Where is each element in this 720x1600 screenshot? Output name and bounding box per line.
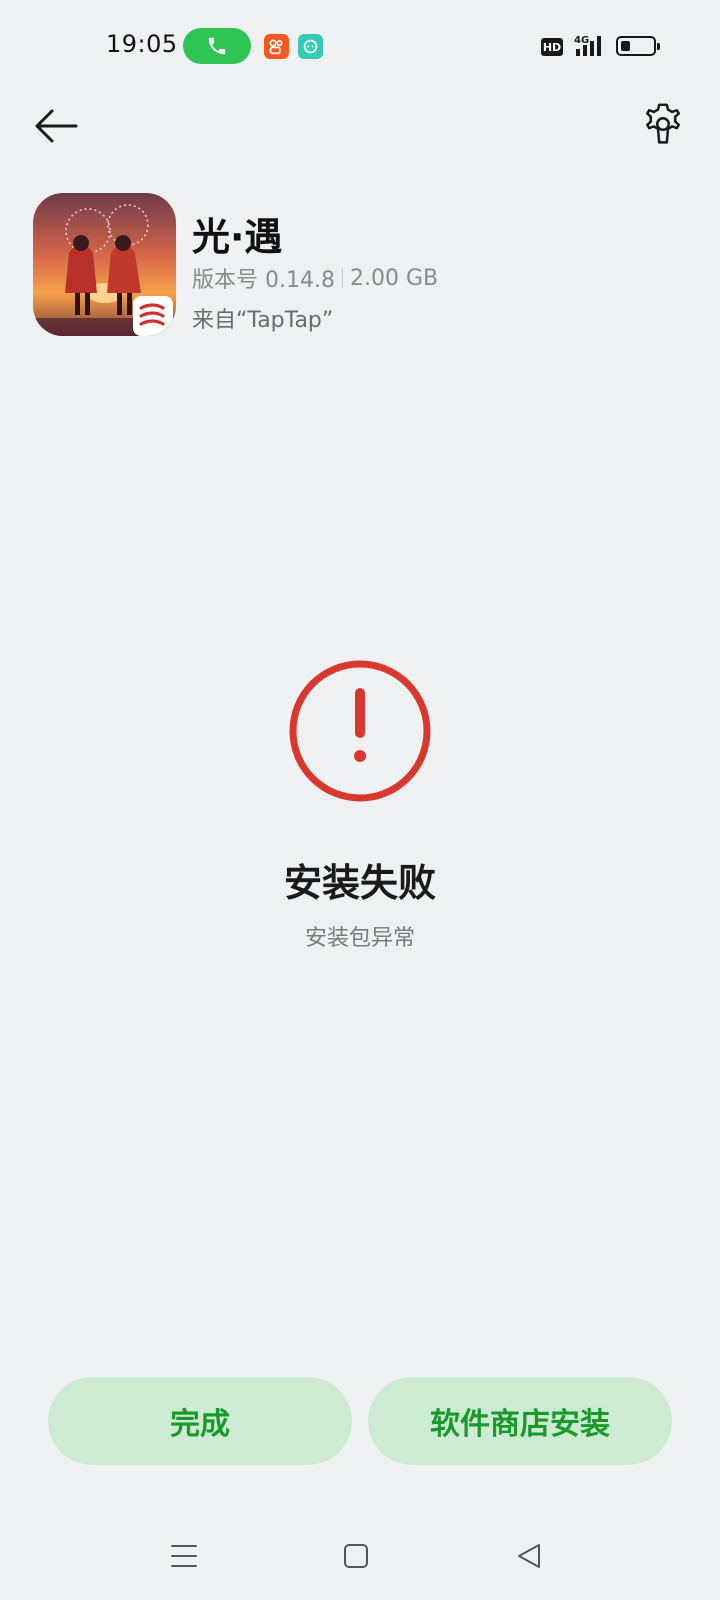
svg-text:4G: 4G — [574, 35, 589, 46]
phone-icon — [208, 37, 226, 55]
home-square-icon[interactable] — [343, 1543, 369, 1569]
exclamation-circle-icon — [289, 660, 431, 802]
back-triangle-icon[interactable] — [515, 1542, 543, 1570]
app-icon — [33, 193, 176, 336]
app-meta: 版本号 0.14.8 2.00 GB — [192, 262, 438, 294]
ongoing-call-pill[interactable] — [183, 28, 251, 64]
install-status-reason: 安装包异常 — [304, 926, 415, 951]
app-source: 来自“TapTap” — [192, 308, 334, 333]
arrow-left-icon[interactable] — [32, 104, 82, 148]
done-button[interactable]: 完成 — [48, 1377, 352, 1465]
menu-icon[interactable] — [170, 1542, 198, 1570]
app-name: 光·遇 — [192, 215, 283, 259]
hd-icon: HD — [541, 38, 563, 56]
battery-icon — [616, 36, 660, 56]
meta-divider — [341, 268, 343, 288]
app-version: 版本号 0.14.8 — [192, 268, 335, 293]
status-time: 19:05 — [106, 30, 178, 58]
signal-icon: 4G — [574, 35, 601, 56]
chat-app-icon — [298, 34, 323, 59]
store-install-button[interactable]: 软件商店安装 — [368, 1377, 672, 1465]
gear-icon[interactable] — [640, 102, 686, 148]
install-status-title: 安装失败 — [283, 861, 436, 905]
app-size: 2.00 GB — [349, 265, 439, 291]
kuaishou-app-icon — [264, 34, 289, 59]
